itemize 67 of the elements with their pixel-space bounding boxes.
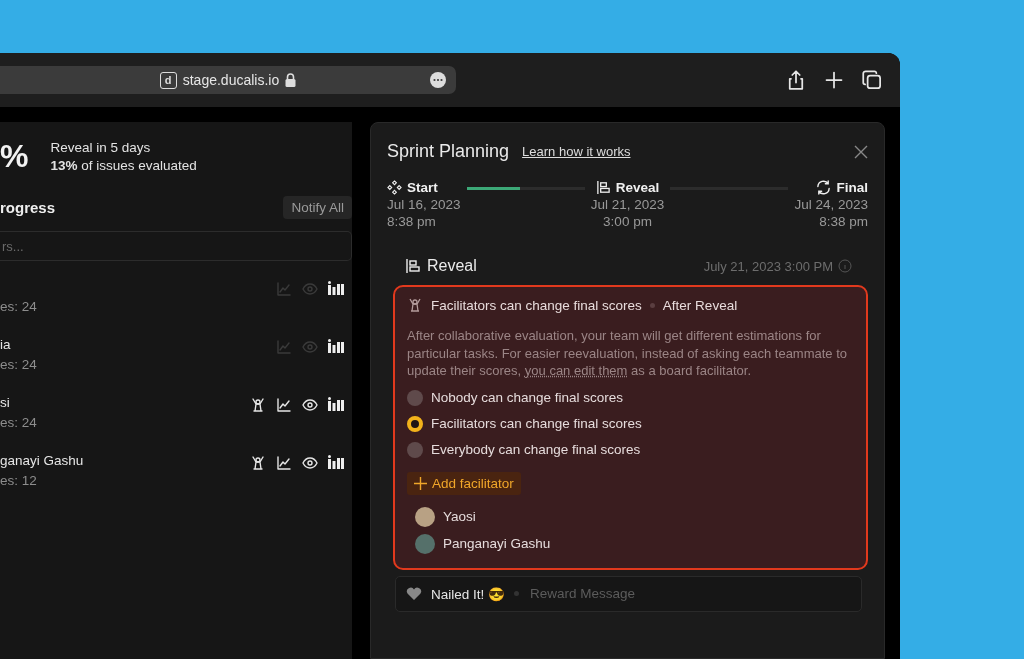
card-title: Facilitators can change final scores bbox=[431, 297, 642, 313]
search-field[interactable]: rs... bbox=[0, 231, 352, 261]
plus-icon bbox=[414, 476, 427, 490]
more-icon[interactable] bbox=[430, 72, 446, 88]
reward-title: Nailed It! 😎 bbox=[431, 585, 506, 602]
notify-all-button[interactable]: Notify All bbox=[283, 196, 352, 219]
url-text: stage.ducalis.io bbox=[182, 72, 280, 88]
eye-icon[interactable] bbox=[302, 397, 318, 413]
stage-date: Jul 24, 2023 bbox=[794, 197, 868, 212]
facilitator-name: Yaosi bbox=[443, 509, 476, 524]
issue-count: es: 24 bbox=[0, 357, 37, 372]
card-description: After collaborative evaluation, your team will get different estimations for particular tasks. For easier reevaluation, instead of asking each teammate to update their scores, you can edit them as a board facilitator. bbox=[407, 327, 849, 380]
stage-time: 8:38 pm bbox=[819, 214, 868, 229]
radio-button[interactable] bbox=[407, 415, 423, 432]
lock-icon bbox=[285, 73, 297, 87]
stage-label: Reveal bbox=[595, 180, 660, 195]
add-facilitator-button[interactable]: Add facilitator bbox=[407, 471, 521, 495]
section-heading: rogress bbox=[0, 199, 56, 216]
edit-link[interactable]: you can edit them bbox=[524, 363, 628, 378]
facilitator-name: Panganayi Gashu bbox=[443, 536, 551, 551]
reveal-datetime: July 21, 2023 3:00 PM bbox=[703, 258, 833, 274]
stage-time: 3:00 pm bbox=[603, 214, 652, 229]
bar-chart-icon[interactable] bbox=[328, 339, 344, 353]
tabs-icon[interactable] bbox=[862, 70, 882, 90]
raised-arms-person-icon bbox=[407, 297, 423, 313]
issue-count: es: 24 bbox=[0, 299, 37, 314]
stage-time: 8:38 pm bbox=[387, 214, 436, 229]
reward-message-input[interactable]: Reward Message bbox=[528, 585, 710, 602]
radio-option[interactable]: Everybody can change final scores bbox=[407, 441, 854, 458]
diamond-cluster-icon bbox=[387, 180, 402, 195]
avatar bbox=[415, 533, 435, 554]
evaluated-share: 13% of issues evaluated bbox=[50, 157, 197, 173]
avatar bbox=[415, 506, 435, 527]
plus-icon[interactable] bbox=[824, 70, 844, 90]
bar-chart-icon[interactable] bbox=[328, 397, 344, 411]
member-name: ganayi Gashu bbox=[0, 453, 84, 469]
refresh-icon bbox=[816, 180, 832, 195]
reveal-countdown: Reveal in 5 days bbox=[50, 139, 152, 155]
member-name: ia bbox=[0, 337, 12, 353]
address-bar[interactable]: d stage.ducalis.io bbox=[0, 66, 456, 94]
stage-label: Start bbox=[387, 180, 438, 195]
radio-button[interactable] bbox=[407, 389, 423, 406]
stage-date: Jul 21, 2023 bbox=[590, 197, 665, 212]
bar-chart-icon[interactable] bbox=[328, 281, 344, 295]
stage-date: Jul 16, 2023 bbox=[387, 197, 461, 212]
dialog-title: Sprint Planning bbox=[387, 141, 510, 162]
issue-count: es: 12 bbox=[0, 473, 38, 488]
radio-button[interactable] bbox=[407, 441, 423, 458]
bar-chart-icon[interactable] bbox=[328, 455, 344, 469]
card-subtitle: After Reveal bbox=[662, 297, 738, 313]
site-favicon: d bbox=[159, 71, 177, 89]
close-icon[interactable] bbox=[854, 144, 868, 159]
heart-icon bbox=[406, 586, 422, 601]
radio-option[interactable]: Facilitators can change final scores bbox=[407, 415, 854, 432]
radio-option[interactable]: Nobody can change final scores bbox=[407, 389, 854, 406]
share-icon[interactable] bbox=[786, 70, 806, 90]
raised-arms-person-icon[interactable] bbox=[250, 397, 266, 413]
stage-label: Final bbox=[816, 180, 868, 195]
align-bars-icon bbox=[595, 180, 611, 195]
eye-icon[interactable] bbox=[302, 455, 318, 471]
raised-arms-person-icon[interactable] bbox=[250, 455, 266, 471]
issue-count: es: 24 bbox=[0, 415, 37, 430]
section-title: Reveal bbox=[405, 257, 477, 275]
member-name: si bbox=[0, 395, 11, 411]
percent-value: % bbox=[0, 137, 29, 175]
learn-link[interactable]: Learn how it works bbox=[522, 144, 631, 159]
align-bars-icon bbox=[405, 258, 421, 274]
